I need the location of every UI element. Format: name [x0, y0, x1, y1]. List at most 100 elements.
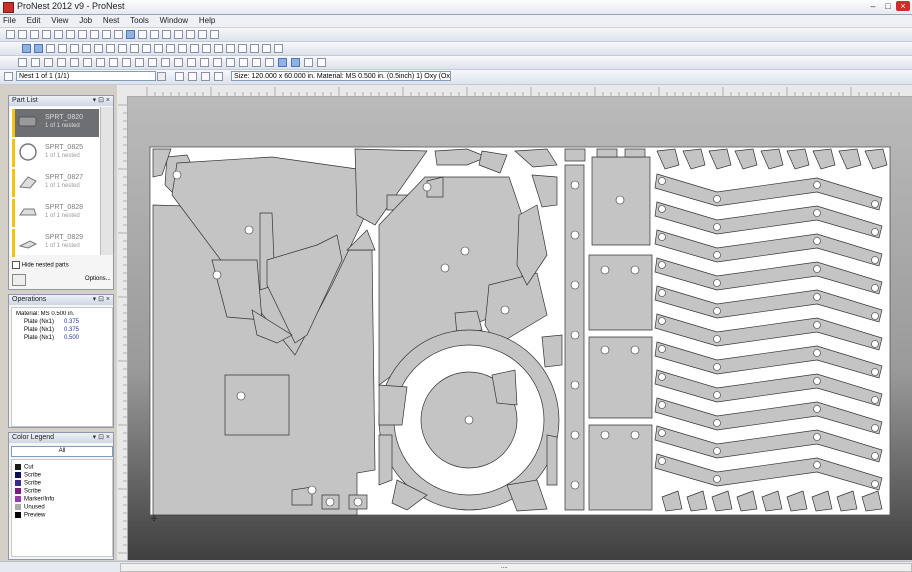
toolbar-tool-icon[interactable] [90, 30, 99, 39]
next-nest-icon[interactable] [188, 72, 197, 81]
toolbar-tool-icon[interactable] [66, 30, 75, 39]
toolbar-tool-icon[interactable] [239, 58, 248, 67]
operation-row[interactable]: Plate (Nx1) 0.375 [24, 319, 112, 327]
first-nest-icon[interactable] [201, 72, 210, 81]
toolbar-tool-icon[interactable] [252, 58, 261, 67]
toolbar-tool-icon[interactable] [190, 44, 199, 53]
chevron-down-icon[interactable] [157, 72, 166, 81]
toolbar-tool-icon[interactable] [82, 44, 91, 53]
toolbar-tool-icon[interactable] [83, 58, 92, 67]
toolbar-tool-icon[interactable] [154, 44, 163, 53]
toolbar-tool-icon[interactable] [265, 58, 274, 67]
panel-pin-icons[interactable]: ▾ ⊡ × [93, 433, 110, 443]
toolbar-tool-icon[interactable] [118, 44, 127, 53]
toolbar-tool-icon[interactable] [278, 58, 287, 67]
toolbar-tool-icon[interactable] [187, 58, 196, 67]
toolbar-tool-icon[interactable] [46, 44, 55, 53]
toolbar-tool-icon[interactable] [44, 58, 53, 67]
toolbar-tool-icon[interactable] [148, 58, 157, 67]
toolbar-tool-icon[interactable] [126, 30, 135, 39]
panel-pin-icons[interactable]: ▾ ⊡ × [93, 96, 110, 106]
menu-nest[interactable]: Nest [103, 16, 119, 25]
toolbar-tool-icon[interactable] [226, 44, 235, 53]
toolbar-tool-icon[interactable] [274, 44, 283, 53]
operation-row[interactable]: Plate (Nx1) 0.500 [24, 335, 112, 343]
minimize-button[interactable]: – [866, 1, 880, 11]
maximize-button[interactable]: □ [881, 1, 895, 11]
toolbar-tool-icon[interactable] [18, 30, 27, 39]
add-part-icon[interactable] [12, 274, 26, 286]
menu-window[interactable]: Window [160, 16, 188, 25]
toolbar-tool-icon[interactable] [22, 44, 31, 53]
toolbar-tool-icon[interactable] [70, 44, 79, 53]
toolbar-tool-icon[interactable] [130, 44, 139, 53]
menu-tools[interactable]: Tools [130, 16, 149, 25]
toolbar-tool-icon[interactable] [214, 44, 223, 53]
toolbar-tool-icon[interactable] [106, 44, 115, 53]
toolbar-tool-icon[interactable] [200, 58, 209, 67]
toolbar-tool-icon[interactable] [304, 58, 313, 67]
toolbar-tool-icon[interactable] [70, 58, 79, 67]
toolbar-tool-icon[interactable] [161, 58, 170, 67]
toolbar-tool-icon[interactable] [238, 44, 247, 53]
menu-view[interactable]: View [51, 16, 68, 25]
toolbar-tool-icon[interactable] [6, 30, 15, 39]
prev-nest-icon[interactable] [175, 72, 184, 81]
menu-job[interactable]: Job [79, 16, 92, 25]
menu-help[interactable]: Help [199, 16, 215, 25]
menu-edit[interactable]: Edit [27, 16, 41, 25]
part-item[interactable]: SPRT_0825 1 of 1 nested [12, 139, 99, 167]
toolbar-tool-icon[interactable] [226, 58, 235, 67]
toolbar-tool-icon[interactable] [96, 58, 105, 67]
nest-workspace[interactable]: ✣ [117, 85, 912, 560]
toolbar-tool-icon[interactable] [18, 58, 27, 67]
toolbar-tool-icon[interactable] [291, 58, 300, 67]
toolbar-tool-icon[interactable] [150, 30, 159, 39]
toolbar-tool-icon[interactable] [198, 30, 207, 39]
toolbar-tool-icon[interactable] [174, 30, 183, 39]
toolbar-tool-icon[interactable] [262, 44, 271, 53]
legend-filter-select[interactable]: All [11, 446, 113, 457]
toolbar-tool-icon[interactable] [138, 30, 147, 39]
toolbar-tool-icon[interactable] [31, 58, 40, 67]
part-item[interactable]: SPRT_0829 1 of 1 nested [12, 229, 99, 257]
part-list-scrollbar[interactable] [100, 107, 113, 255]
toolbar-tool-icon[interactable] [174, 58, 183, 67]
toolbar-tool-icon[interactable] [213, 58, 222, 67]
panel-pin-icons[interactable]: ▾ ⊡ × [93, 295, 110, 305]
close-button[interactable]: × [896, 1, 910, 11]
part-item[interactable]: SPRT_0828 1 of 1 nested [12, 199, 99, 227]
nest-list-icon[interactable] [4, 72, 13, 81]
toolbar-tool-icon[interactable] [210, 30, 219, 39]
toolbar-tool-icon[interactable] [34, 44, 43, 53]
toolbar-tool-icon[interactable] [186, 30, 195, 39]
toolbar-tool-icon[interactable] [78, 30, 87, 39]
toolbar-tool-icon[interactable] [54, 30, 63, 39]
nest-canvas[interactable]: ✣ [117, 85, 912, 560]
operation-row[interactable]: Plate (Nx1) 0.375 [24, 327, 112, 335]
toolbar-tool-icon[interactable] [42, 30, 51, 39]
menu-file[interactable]: File [3, 16, 16, 25]
part-item[interactable]: SPRT_0827 1 of 1 nested [12, 169, 99, 197]
toolbar-tool-icon[interactable] [114, 30, 123, 39]
toolbar-tool-icon[interactable] [178, 44, 187, 53]
toolbar-tool-icon[interactable] [122, 58, 131, 67]
toolbar-tool-icon[interactable] [109, 58, 118, 67]
options-link[interactable]: Options... [85, 276, 111, 282]
last-nest-icon[interactable] [214, 72, 223, 81]
hide-nested-checkbox[interactable] [12, 261, 20, 269]
toolbar-tool-icon[interactable] [250, 44, 259, 53]
toolbar-tool-icon[interactable] [94, 44, 103, 53]
toolbar-tool-icon[interactable] [30, 30, 39, 39]
part-item[interactable]: SPRT_0820 1 of 1 nested [12, 109, 99, 137]
nest-selector[interactable]: Nest 1 of 1 (1/1) [16, 71, 156, 81]
toolbar-tool-icon[interactable] [57, 58, 66, 67]
toolbar-tool-icon[interactable] [202, 44, 211, 53]
toolbar-tool-icon[interactable] [317, 58, 326, 67]
toolbar-tool-icon[interactable] [58, 44, 67, 53]
toolbar-tool-icon[interactable] [142, 44, 151, 53]
toolbar-tool-icon[interactable] [135, 58, 144, 67]
toolbar-tool-icon[interactable] [162, 30, 171, 39]
toolbar-tool-icon[interactable] [166, 44, 175, 53]
toolbar-tool-icon[interactable] [102, 30, 111, 39]
